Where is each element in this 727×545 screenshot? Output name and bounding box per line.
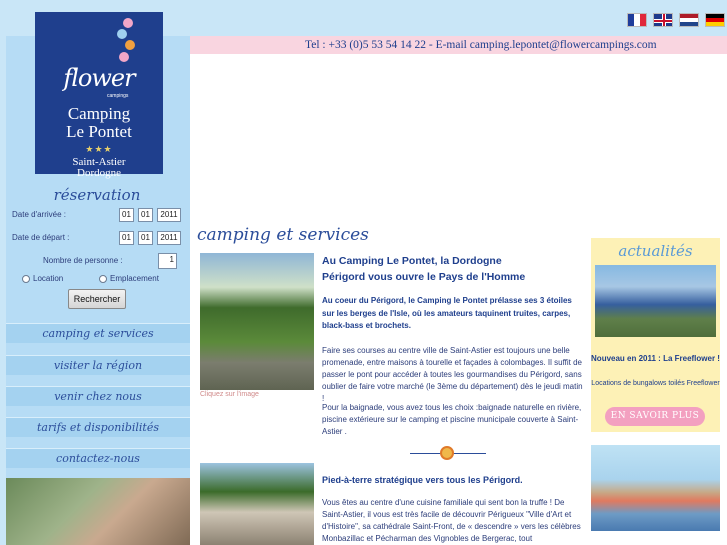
flag-de-icon[interactable] bbox=[705, 13, 725, 27]
news-title: actualités bbox=[618, 242, 693, 260]
radio-emplacement[interactable]: Emplacement bbox=[99, 274, 159, 283]
rating-stars-icon: ★★★ bbox=[85, 144, 113, 154]
arrival-month-select[interactable]: 01 bbox=[138, 208, 153, 222]
body-paragraph-3: Vous êtes au centre d'une cuisine famili… bbox=[322, 498, 581, 543]
nav-getting-here[interactable]: venir chez nous bbox=[6, 386, 190, 406]
radio-circle-icon[interactable] bbox=[22, 274, 30, 283]
contact-bar[interactable]: Tel : +33 (0)5 53 54 14 22 - E-mail camp… bbox=[190, 36, 727, 54]
persons-label: Nombre de personne : bbox=[43, 256, 123, 265]
read-more-button[interactable]: EN SAVOIR PLUS bbox=[605, 407, 705, 426]
reservation-title: réservation bbox=[53, 186, 141, 204]
logo-title-line2: Le Pontet bbox=[66, 122, 132, 141]
flag-uk-icon[interactable] bbox=[653, 13, 673, 27]
main-heading-line2: Périgord vous ouvre le Pays de l'Homme bbox=[322, 271, 526, 283]
nav-camping-services[interactable]: camping et services bbox=[6, 323, 190, 343]
radio-emplacement-label: Emplacement bbox=[110, 274, 159, 283]
departure-year-select[interactable]: 2011 bbox=[157, 231, 181, 245]
family-photo bbox=[6, 478, 190, 545]
body-paragraph-2: Pour la baignade, vous avez tous les cho… bbox=[322, 403, 582, 436]
logo[interactable]: flower campings Camping Le Pontet ★★★ Sa… bbox=[35, 12, 163, 179]
photo-caption[interactable]: Cliquez sur l'image bbox=[200, 391, 259, 398]
news-box: actualités Nouveau en 2011 : La Freeflow… bbox=[591, 238, 720, 432]
persons-input[interactable]: 1 bbox=[158, 253, 177, 269]
nav-visit-region[interactable]: visiter la région bbox=[6, 355, 190, 375]
flag-nl-icon[interactable] bbox=[679, 13, 699, 27]
flag-fr-icon[interactable] bbox=[627, 13, 647, 27]
departure-day-select[interactable]: 01 bbox=[119, 231, 134, 245]
logo-brand: flower bbox=[63, 64, 135, 92]
arrival-label: Date d'arrivée : bbox=[12, 210, 66, 219]
body-paragraph-1: Faire ses courses au centre ville de Sai… bbox=[322, 346, 583, 403]
section-heading-2: Pied-à-terre stratégique vers tous les P… bbox=[322, 475, 523, 485]
intro-paragraph: Au coeur du Périgord, le Camping le Pont… bbox=[322, 296, 572, 330]
nav-contact[interactable]: contactez-nous bbox=[6, 448, 190, 468]
flower-divider-icon bbox=[410, 446, 486, 460]
arrival-year-select[interactable]: 2011 bbox=[157, 208, 181, 222]
pool-photo[interactable] bbox=[591, 445, 720, 531]
radio-location-label: Location bbox=[33, 274, 64, 283]
logo-title-line1: Camping bbox=[67, 104, 131, 123]
page-title: camping et services bbox=[197, 225, 369, 245]
news-heading: Nouveau en 2011 : La Freeflower ! bbox=[591, 354, 720, 363]
logo-location-line2: Dordogne bbox=[77, 167, 121, 179]
logo-location: Saint-Astier Dordogne bbox=[35, 157, 163, 179]
news-text: Locations de bungalows toilés Freeflower bbox=[591, 380, 720, 387]
flower-decoration-icon bbox=[117, 18, 137, 66]
arrival-day-select[interactable]: 01 bbox=[119, 208, 134, 222]
radio-location[interactable]: Location bbox=[22, 274, 63, 283]
departure-label: Date de départ : bbox=[12, 233, 70, 242]
radio-circle-icon[interactable] bbox=[99, 274, 107, 283]
main-heading-line1: Au Camping Le Pontet, la Dordogne bbox=[322, 255, 502, 267]
village-photo[interactable] bbox=[200, 463, 314, 545]
search-button[interactable]: Rechercher bbox=[68, 289, 126, 309]
main-heading: Au Camping Le Pontet, la Dordogne Périgo… bbox=[322, 253, 584, 285]
language-switcher bbox=[627, 13, 725, 27]
campsite-photo[interactable] bbox=[200, 253, 314, 390]
logo-tagline: campings bbox=[107, 93, 129, 99]
logo-title: Camping Le Pontet bbox=[35, 105, 163, 141]
nav-rates-availability[interactable]: tarifs et disponibilités bbox=[6, 417, 190, 437]
news-photo[interactable] bbox=[595, 265, 716, 337]
departure-month-select[interactable]: 01 bbox=[138, 231, 153, 245]
